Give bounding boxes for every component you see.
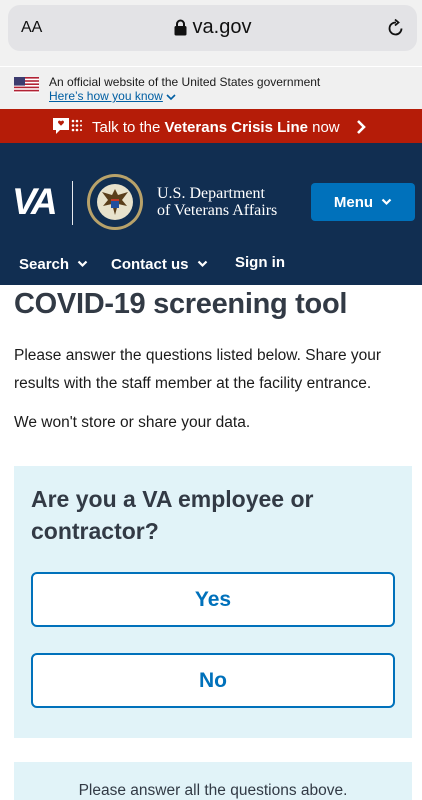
- how-you-know-label: Here’s how you know: [49, 89, 163, 103]
- va-seal-icon: [87, 174, 143, 230]
- crisis-prefix: Talk to the: [92, 119, 165, 136]
- url-text: va.gov: [192, 16, 252, 38]
- intro-text: Please answer the questions listed below…: [14, 347, 382, 392]
- official-site-text: An official website of the United States…: [49, 75, 321, 89]
- department-line-1: U.S. Department: [157, 185, 265, 202]
- lock-icon: [174, 19, 187, 36]
- question-card: Are you a VA employee or contractor? Yes…: [14, 466, 412, 738]
- crisis-line-icon: [53, 118, 82, 134]
- yes-button[interactable]: Yes: [31, 572, 395, 627]
- no-label: No: [199, 668, 227, 692]
- nav-sign-in-label: Sign in: [235, 254, 285, 271]
- crisis-line-name: Veterans Crisis Line: [164, 119, 308, 136]
- chevron-down-icon: [166, 94, 176, 101]
- page-title: COVID-19 screening tool: [14, 288, 348, 320]
- department-line-2: of Veterans Affairs: [157, 202, 278, 219]
- chevron-right-icon: [356, 120, 366, 134]
- nav-search[interactable]: Search: [19, 256, 88, 273]
- menu-button[interactable]: Menu: [311, 183, 415, 221]
- chevron-down-icon: [197, 260, 207, 268]
- va-logo[interactable]: VA: [12, 181, 58, 223]
- browser-toolbar: AA va.gov: [0, 0, 422, 66]
- reload-icon[interactable]: [387, 18, 405, 38]
- official-site-banner: An official website of the United States…: [0, 67, 422, 109]
- menu-label: Menu: [333, 193, 374, 211]
- yes-label: Yes: [194, 587, 232, 611]
- header-nav: Search Contact us Sign in: [0, 246, 422, 285]
- how-you-know-link[interactable]: Here’s how you know: [49, 89, 176, 103]
- completion-notice: Please answer all the questions above.: [14, 762, 412, 800]
- nav-sign-in[interactable]: Sign in: [235, 254, 285, 271]
- question-text: Are you a VA employee or contractor?: [31, 486, 314, 544]
- address-bar[interactable]: AA va.gov: [8, 5, 417, 51]
- no-button[interactable]: No: [31, 653, 395, 708]
- crisis-suffix: now: [307, 119, 340, 136]
- logo-divider: [72, 181, 73, 225]
- chevron-down-icon: [77, 260, 88, 268]
- nav-contact-label: Contact us: [111, 256, 189, 273]
- nav-search-label: Search: [19, 256, 70, 273]
- site-header: VA U.S. Department of Veterans Affairs M…: [0, 143, 422, 285]
- chevron-down-icon: [381, 198, 392, 206]
- completion-notice-text: Please answer all the questions above.: [78, 782, 348, 799]
- us-flag-icon: [14, 77, 39, 93]
- crisis-line-banner[interactable]: Talk to the Veterans Crisis Line now: [0, 109, 422, 143]
- department-name: U.S. Department of Veterans Affairs: [157, 185, 277, 219]
- url-display[interactable]: va.gov: [8, 16, 417, 39]
- privacy-text: We won't store or share your data.: [14, 414, 251, 431]
- nav-contact-us[interactable]: Contact us: [111, 256, 208, 273]
